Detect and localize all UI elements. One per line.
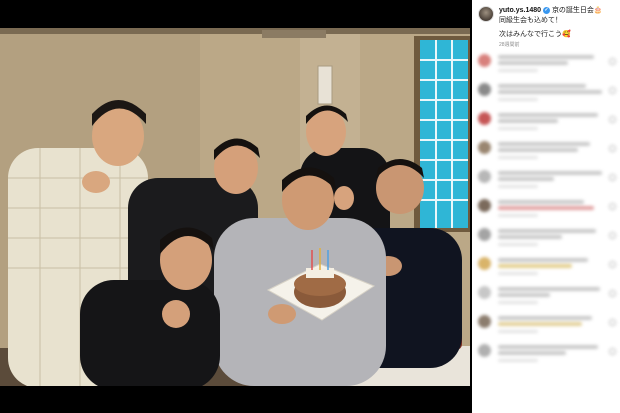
list-item[interactable] — [478, 139, 616, 168]
post-timestamp[interactable]: 28週間前 — [499, 41, 520, 48]
caption-line-2: 同級生会も込めて！ — [499, 17, 562, 24]
caption-line-1: 京の誕生日会🎂 — [551, 7, 603, 14]
heart-icon[interactable] — [609, 261, 616, 268]
heart-icon[interactable] — [609, 203, 616, 210]
username-link[interactable]: yuto.ys.1480 — [499, 7, 541, 14]
username-row: yuto.ys.1480 ✓ 京の誕生日会🎂 — [499, 5, 603, 15]
heart-icon[interactable] — [609, 58, 616, 65]
comments-panel: yuto.ys.1480 ✓ 京の誕生日会🎂 同級生会も込めて！ 次はみんなで行… — [472, 0, 620, 413]
avatar[interactable] — [478, 6, 494, 22]
list-item[interactable] — [478, 110, 616, 139]
list-item[interactable] — [478, 313, 616, 342]
caption-line-3: 次はみんなで行こう🥰 — [499, 31, 571, 38]
list-item[interactable] — [478, 81, 616, 110]
heart-icon[interactable] — [609, 145, 616, 152]
list-item[interactable] — [478, 284, 616, 313]
list-item[interactable] — [478, 226, 616, 255]
list-item[interactable] — [478, 342, 616, 371]
heart-icon[interactable] — [609, 348, 616, 355]
heart-icon[interactable] — [609, 174, 616, 181]
post-modal: yuto.ys.1480 ✓ 京の誕生日会🎂 同級生会も込めて！ 次はみんなで行… — [0, 0, 620, 413]
heart-icon[interactable] — [609, 319, 616, 326]
heart-icon[interactable] — [609, 87, 616, 94]
list-item[interactable] — [478, 52, 616, 81]
list-item[interactable] — [478, 255, 616, 284]
comments-list — [478, 52, 616, 371]
post-photo[interactable] — [0, 28, 470, 386]
heart-icon[interactable] — [609, 290, 616, 297]
heart-icon[interactable] — [609, 232, 616, 239]
verified-badge-icon: ✓ — [542, 6, 550, 14]
list-item[interactable] — [478, 168, 616, 197]
heart-icon[interactable] — [609, 116, 616, 123]
list-item[interactable] — [478, 197, 616, 226]
